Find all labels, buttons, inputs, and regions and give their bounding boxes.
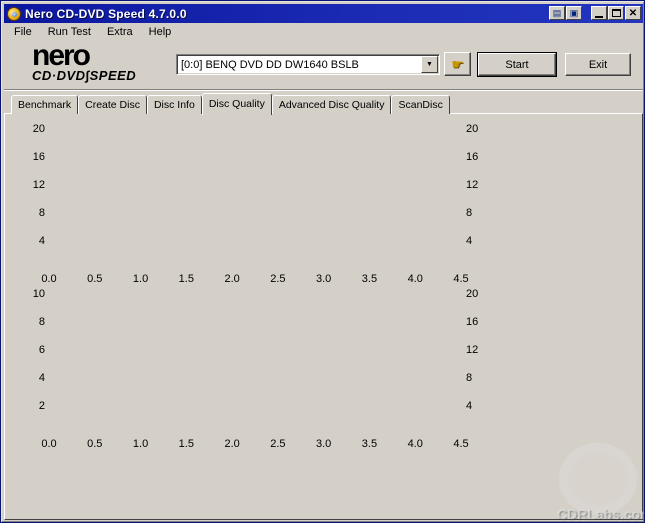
minimize-icon <box>595 15 603 18</box>
maximize-icon <box>611 9 621 17</box>
tab-disc-quality[interactable]: Disc Quality <box>201 93 272 115</box>
window-title: Nero CD-DVD Speed 4.7.0.0 <box>25 6 187 21</box>
tab-disc-info[interactable]: Disc Info <box>146 95 202 114</box>
tab-strip: Benchmark Create Disc Disc Info Disc Qua… <box>11 93 450 115</box>
app-window: Nero CD-DVD Speed 4.7.0.0 ▤ ▣ ✕ File Run… <box>0 0 645 523</box>
drive-select-value: [0:0] BENQ DVD DD DW1640 BSLB <box>181 58 359 71</box>
logo-nero-text: nero <box>32 39 91 72</box>
menu-help[interactable]: Help <box>141 24 180 40</box>
menu-run-test[interactable]: Run Test <box>40 24 99 40</box>
report-icon: ▤ <box>552 7 562 18</box>
tab-advanced-disc-quality[interactable]: Advanced Disc Quality <box>271 95 392 114</box>
exit-button[interactable]: Exit <box>565 53 631 76</box>
close-icon: ✕ <box>628 7 638 19</box>
toolbar-separator <box>4 89 643 91</box>
maximize-button[interactable] <box>608 6 624 20</box>
drive-select-arrow[interactable]: ▼ <box>421 56 438 73</box>
titlebar[interactable]: Nero CD-DVD Speed 4.7.0.0 ▤ ▣ ✕ <box>4 4 643 23</box>
tab-scandisc[interactable]: ScanDisc <box>391 95 450 114</box>
floppy-icon: ▣ <box>569 7 579 18</box>
save-button[interactable]: ▣ <box>566 6 582 20</box>
toolbar: nero CD·DVD∫SPEED [0:0] BENQ DVD DD DW16… <box>4 41 643 89</box>
app-icon <box>7 6 21 21</box>
eject-button[interactable]: ☛ <box>444 52 471 76</box>
report-button[interactable]: ▤ <box>549 6 565 20</box>
minimize-button[interactable] <box>591 6 607 20</box>
start-button[interactable]: Start <box>477 52 557 77</box>
nero-logo: nero CD·DVD∫SPEED <box>32 39 172 84</box>
disc-quality-page <box>4 113 643 520</box>
drive-select[interactable]: [0:0] BENQ DVD DD DW1640 BSLB ▼ <box>176 54 440 75</box>
hand-icon: ☛ <box>451 55 464 72</box>
close-button[interactable]: ✕ <box>625 6 641 20</box>
chevron-down-icon: ▼ <box>426 61 433 68</box>
tab-create-disc[interactable]: Create Disc <box>78 95 147 114</box>
tab-benchmark[interactable]: Benchmark <box>11 95 79 114</box>
menu-file[interactable]: File <box>6 24 40 40</box>
logo-cddvdspeed-text: CD·DVD∫SPEED <box>32 68 137 83</box>
menu-extra[interactable]: Extra <box>99 24 141 40</box>
menubar: File Run Test Extra Help <box>4 23 643 41</box>
